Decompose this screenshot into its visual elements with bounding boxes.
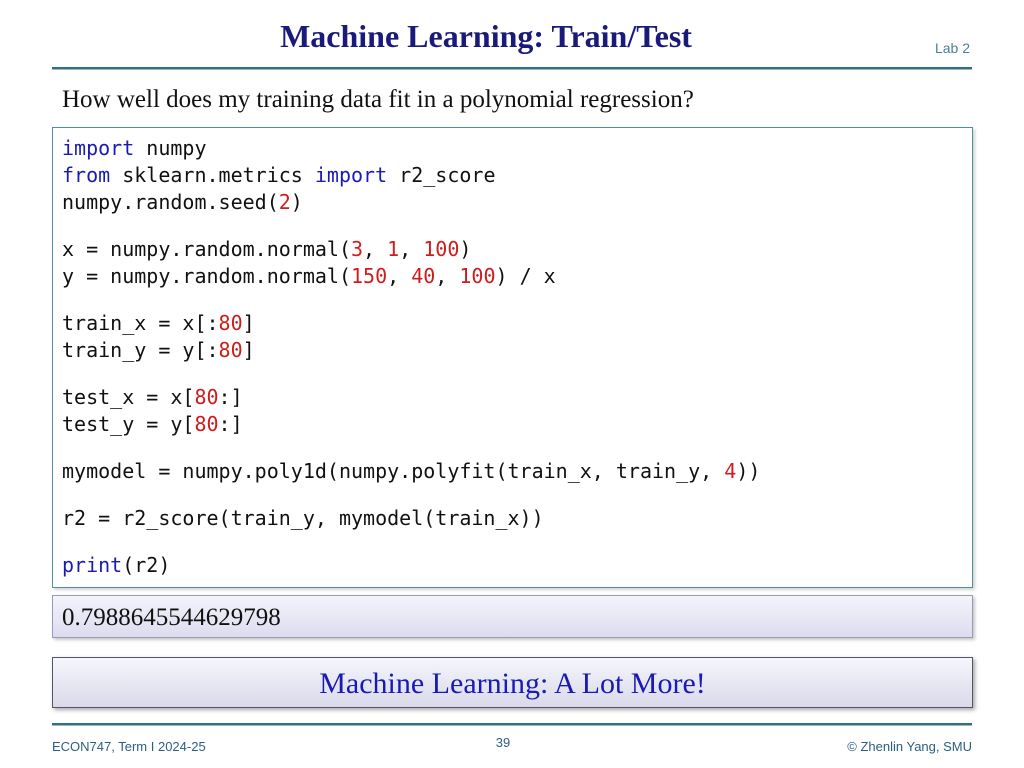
code-text: test_x = x[ (62, 385, 195, 409)
code-keyword: import (62, 136, 135, 160)
code-text: ) / x (495, 264, 556, 288)
slide-title: Machine Learning: Train/Test (280, 18, 692, 54)
code-line: train_x = x[:80] (62, 310, 972, 337)
code-text: numpy (134, 136, 207, 160)
bottom-rule (52, 723, 972, 726)
code-line: r2 = r2_score(train_y, mymodel(train_x)) (62, 505, 972, 532)
code-text: ) (459, 237, 472, 261)
code-text: test_y = y[ (62, 412, 195, 436)
code-number: 2 (278, 190, 291, 214)
code-number: 150 (350, 264, 388, 288)
code-text: train_x = x[: (62, 311, 219, 335)
code-number: 4 (724, 459, 737, 483)
lab-tag: Lab 2 (934, 40, 970, 56)
code-text: y = numpy.random.normal( (62, 264, 351, 288)
code-text: , (435, 264, 460, 288)
code-number: 100 (423, 237, 460, 261)
question-text: How well does my training data fit in a … (62, 86, 694, 113)
code-keyword: import (314, 163, 388, 187)
code-text: :] (218, 385, 243, 409)
code-text: mymodel = numpy.poly1d(numpy.polyfit(tra… (62, 459, 725, 483)
code-line: x = numpy.random.normal(3, 1, 100) (62, 236, 972, 263)
code-number: 3 (350, 237, 364, 261)
code-number: 80 (218, 311, 243, 335)
code-line: print(r2) (62, 552, 972, 579)
code-line: import numpy (62, 135, 972, 162)
code-number: 1 (387, 237, 400, 261)
code-line: test_y = y[80:] (62, 411, 972, 438)
code-text: (r2) (122, 553, 171, 577)
code-keyword: print (62, 553, 123, 577)
code-text: sklearn.metrics (110, 163, 315, 187)
code-text: numpy.random.seed( (62, 190, 279, 214)
code-text: , (363, 237, 388, 261)
code-line: test_x = x[80:] (62, 384, 972, 411)
code-number: 80 (194, 412, 219, 436)
banner: Machine Learning: A Lot More! (52, 657, 973, 708)
code-text: :] (218, 412, 243, 436)
code-text: ] (242, 338, 255, 362)
code-block: import numpy from sklearn.metrics import… (52, 127, 973, 588)
code-text: ] (242, 311, 255, 335)
code-line: train_y = y[:80] (62, 337, 972, 364)
code-line: from sklearn.metrics import r2_score (62, 162, 972, 189)
output-box: 0.7988645544629798 (52, 595, 973, 638)
code-keyword: from (62, 163, 111, 187)
code-text: x = numpy.random.normal( (62, 237, 351, 261)
code-text: ) (290, 190, 303, 214)
code-text: r2_score (387, 163, 496, 187)
code-number: 80 (218, 338, 243, 362)
code-line: numpy.random.seed(2) (62, 189, 972, 216)
top-rule (52, 67, 972, 70)
code-text: )) (736, 459, 761, 483)
code-number: 40 (411, 264, 436, 288)
code-text: train_y = y[: (62, 338, 219, 362)
code-number: 80 (194, 385, 219, 409)
code-line: y = numpy.random.normal(150, 40, 100) / … (62, 263, 972, 290)
footer-copyright: © Zhenlin Yang, SMU (847, 739, 972, 754)
code-line: mymodel = numpy.poly1d(numpy.polyfit(tra… (62, 458, 972, 485)
code-text: , (399, 237, 424, 261)
code-number: 100 (459, 264, 496, 288)
code-text: r2 = r2_score(train_y, mymodel(train_x)) (62, 506, 544, 530)
code-text: , (387, 264, 412, 288)
